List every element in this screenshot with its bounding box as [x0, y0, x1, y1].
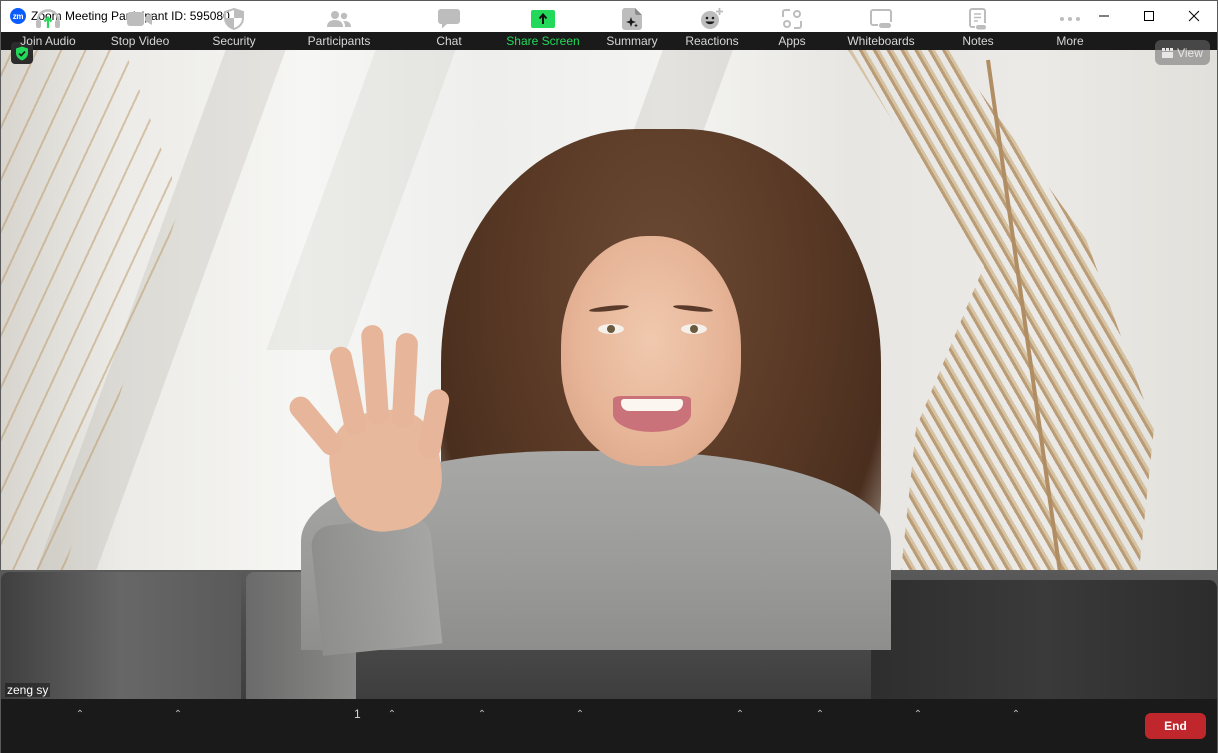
sofa-cushion [1, 572, 241, 699]
apps-icon [782, 9, 802, 29]
view-button[interactable]: View [1155, 40, 1210, 65]
share-screen-icon [531, 10, 555, 28]
stop-video-options-caret[interactable]: ⌃ [171, 708, 185, 720]
end-meeting-button[interactable]: End [1145, 713, 1206, 739]
more-dots-icon [1060, 17, 1080, 21]
maximize-icon [1144, 11, 1154, 21]
apps-options-caret[interactable]: ⌃ [813, 708, 827, 720]
apps-button[interactable]: Apps [767, 1, 817, 55]
participants-button[interactable]: Participants [301, 1, 377, 55]
share-screen-options-caret[interactable]: ⌃ [573, 708, 587, 720]
security-label: Security [212, 34, 256, 48]
headphones-icon [36, 9, 60, 28]
video-camera-icon [127, 12, 152, 26]
summary-label: Summary [606, 34, 658, 48]
more-label: More [1056, 34, 1084, 48]
close-icon [1188, 10, 1200, 22]
participants-count: 1 [354, 707, 361, 721]
chat-label: Chat [436, 34, 462, 48]
reactions-button[interactable]: Reactions [681, 1, 743, 55]
person-eye [598, 324, 624, 334]
grid-view-icon [1162, 47, 1174, 58]
summary-sparkle-icon [622, 8, 642, 30]
stop-video-label: Stop Video [110, 34, 170, 48]
participants-icon [327, 11, 351, 27]
chat-bubble-icon [438, 9, 460, 29]
join-audio-options-caret[interactable]: ⌃ [73, 708, 87, 720]
chat-button[interactable]: Chat [421, 1, 477, 55]
view-button-label: View [1177, 45, 1203, 60]
whiteboards-label: Whiteboards [847, 34, 915, 48]
notes-options-caret[interactable]: ⌃ [1009, 708, 1023, 720]
stop-video-button[interactable]: Stop Video [107, 1, 173, 55]
more-button[interactable]: More [1045, 1, 1095, 55]
whiteboards-button[interactable]: Whiteboards [841, 1, 921, 55]
close-button[interactable] [1171, 1, 1217, 31]
notes-icon [969, 8, 986, 30]
person-eye [681, 324, 707, 334]
participants-options-caret[interactable]: ⌃ [385, 708, 399, 720]
join-audio-label: Join Audio [20, 34, 76, 48]
person-teeth [621, 399, 683, 411]
security-button[interactable]: Security [203, 1, 265, 55]
share-screen-label: Share Screen [506, 34, 580, 48]
minimize-icon [1099, 15, 1109, 17]
whiteboard-icon [870, 9, 892, 28]
chat-options-caret[interactable]: ⌃ [475, 708, 489, 720]
summary-button[interactable]: Summary [601, 1, 663, 55]
sofa-cushion [871, 580, 1217, 699]
maximize-button[interactable] [1126, 1, 1172, 31]
person-sleeve [309, 515, 443, 656]
notes-label: Notes [962, 34, 994, 48]
participant-name-tag: zeng sy [5, 683, 51, 697]
apps-label: Apps [778, 34, 806, 48]
whiteboards-options-caret[interactable]: ⌃ [911, 708, 925, 720]
smiley-plus-icon [701, 8, 723, 29]
notes-button[interactable]: Notes [953, 1, 1003, 55]
reactions-label: Reactions [685, 34, 739, 48]
share-screen-button[interactable]: Share Screen [503, 1, 583, 55]
participants-label: Participants [307, 34, 371, 48]
zoom-meeting-window: zm Zoom Meeting Participant ID: 595080 [0, 0, 1218, 753]
join-audio-button[interactable]: Join Audio [15, 1, 81, 55]
shield-icon [224, 8, 244, 30]
reactions-options-caret[interactable]: ⌃ [733, 708, 747, 720]
